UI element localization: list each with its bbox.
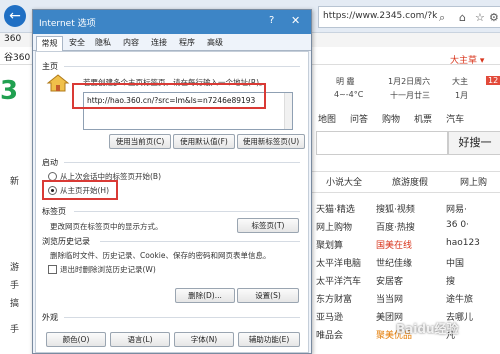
scrollbar[interactable] xyxy=(284,93,292,129)
tab-connections[interactable]: 连接 xyxy=(151,37,167,48)
category-tabs: 小说大全 旅游度假 网上购 xyxy=(300,171,500,193)
site-link[interactable]: 网上购物 xyxy=(316,220,352,233)
nav-link[interactable]: 汽车 xyxy=(446,115,464,125)
user-link[interactable]: 大主草 ▾ xyxy=(450,53,484,66)
dialog-titlebar[interactable]: Internet 选项 ? ✕ xyxy=(33,10,311,34)
url-highlight-box xyxy=(72,83,266,109)
left-item[interactable]: 手 xyxy=(10,322,19,335)
site-link[interactable]: 百度·热搜 xyxy=(376,220,415,233)
general-panel: 主页 若要创建多个主页标签页，请在每行输入一个地址(R)。 http://hao… xyxy=(35,51,309,353)
tab-novels[interactable]: 小说大全 xyxy=(326,175,362,188)
address-bar[interactable]: https://www.2345.com/?k ⌕ ⌂ ☆ ⚙ xyxy=(318,6,500,28)
tab-privacy[interactable]: 隐私 xyxy=(95,37,111,48)
use-new-tab-button[interactable]: 使用新标签页(U) xyxy=(237,134,305,149)
search-input[interactable] xyxy=(316,131,448,155)
fonts-button[interactable]: 字体(N) xyxy=(174,332,234,347)
left-item[interactable]: 新 xyxy=(10,174,19,187)
gear-icon[interactable]: ⚙ xyxy=(489,11,499,24)
divider xyxy=(64,66,300,67)
house-icon xyxy=(46,74,70,92)
site-link[interactable]: 世纪佳缘 xyxy=(376,256,412,269)
site-link[interactable]: 太平洋汽车 xyxy=(316,274,361,287)
watermark: Baidu经验 xyxy=(396,322,459,336)
tab-advanced[interactable]: 高级 xyxy=(207,37,223,48)
date-badge: 12 xyxy=(486,76,500,85)
startup-highlight-box xyxy=(42,180,118,200)
left-column: 新 游 手 搞 手 xyxy=(0,172,31,352)
colors-button[interactable]: 颜色(O) xyxy=(46,332,106,347)
appearance-section-title: 外观 xyxy=(42,313,58,322)
divider xyxy=(64,162,300,163)
tab-general[interactable]: 常规 xyxy=(36,36,63,51)
use-current-button[interactable]: 使用当前页(C) xyxy=(109,134,171,149)
tab-security[interactable]: 安全 xyxy=(69,37,85,48)
site-logo: 3 xyxy=(0,76,19,106)
site-link[interactable]: 安居客 xyxy=(376,274,403,287)
left-item[interactable]: 搞 xyxy=(10,296,19,309)
divider xyxy=(100,241,300,242)
site-link[interactable]: 搜狐·视频 xyxy=(376,202,415,215)
site-link[interactable]: 亚马逊 xyxy=(316,310,343,323)
search-icon[interactable]: ⌕ xyxy=(439,11,445,25)
divider xyxy=(64,317,300,318)
delete-on-exit-label: 退出时删除浏览历史记录(W) xyxy=(60,265,156,274)
tab-travel[interactable]: 旅游度假 xyxy=(392,175,428,188)
tabs-section-title: 标签页 xyxy=(42,207,66,216)
bookmark-360[interactable]: 360 xyxy=(4,34,21,44)
dialog-tabs: 常规 安全 隐私 内容 连接 程序 高级 xyxy=(33,34,311,51)
site-link[interactable]: 天猫·精选 xyxy=(316,202,355,215)
home-icon[interactable]: ⌂ xyxy=(459,11,466,24)
site-link[interactable]: 搜 xyxy=(446,274,455,287)
nav-link[interactable]: 问答 xyxy=(350,115,368,125)
delete-on-exit-checkbox[interactable] xyxy=(48,265,57,274)
weather-extra: 大主 xyxy=(452,77,468,86)
site-link[interactable]: 36 0· xyxy=(446,220,469,230)
site-link[interactable]: 东方财富 xyxy=(316,292,352,305)
nav-link[interactable]: 地图 xyxy=(318,115,336,125)
nav-link[interactable]: 机票 xyxy=(414,115,432,125)
back-arrow-icon[interactable]: ← xyxy=(4,5,26,27)
search-button[interactable]: 好搜一 xyxy=(448,131,500,155)
tab-shopping[interactable]: 网上购 xyxy=(460,175,487,188)
site-link[interactable]: 网易· xyxy=(446,202,467,215)
languages-button[interactable]: 语言(L) xyxy=(110,332,170,347)
site-link[interactable]: 唯品会 xyxy=(316,328,343,341)
divider xyxy=(74,211,300,212)
site-link[interactable]: 国美在线 xyxy=(376,238,412,251)
date-text: 1月2日周六 xyxy=(388,77,431,86)
left-item[interactable]: 手 xyxy=(10,278,19,291)
tab-360[interactable]: 谷360 xyxy=(4,50,30,63)
site-link[interactable]: 太平洋电脑 xyxy=(316,256,361,269)
home-section-title: 主页 xyxy=(42,62,58,71)
star-icon[interactable]: ☆ xyxy=(475,11,485,24)
site-link[interactable]: 当当网 xyxy=(376,292,403,305)
help-button[interactable]: ? xyxy=(269,15,274,26)
date-extra: 1月 xyxy=(455,91,469,100)
tabs-button[interactable]: 标签页(T) xyxy=(237,218,299,233)
site-link[interactable]: 中国 xyxy=(446,256,464,269)
address-text: https://www.2345.com/?k xyxy=(323,11,438,21)
site-link[interactable]: hao123 xyxy=(446,238,480,248)
history-section-title: 浏览历史记录 xyxy=(42,237,90,246)
tab-content[interactable]: 内容 xyxy=(123,37,139,48)
nav-link[interactable]: 购物 xyxy=(382,115,400,125)
nav-links: 地图 问答 购物 机票 汽车 xyxy=(318,112,478,125)
weather-temp: 4~-4°C xyxy=(334,90,364,99)
internet-options-dialog: Internet 选项 ? ✕ 常规 安全 隐私 内容 连接 程序 高级 主页 … xyxy=(32,9,312,354)
delete-button[interactable]: 删除(D)... xyxy=(175,288,235,303)
use-default-button[interactable]: 使用默认值(F) xyxy=(173,134,235,149)
dialog-title: Internet 选项 xyxy=(39,19,96,29)
left-item[interactable]: 游 xyxy=(10,260,19,273)
site-link[interactable]: 途牛旅 xyxy=(446,292,473,305)
lunar-date: 十一月廿三 xyxy=(390,91,430,100)
site-link[interactable]: 聚划算 xyxy=(316,238,343,251)
weather-today: 明 霾 xyxy=(336,77,355,86)
tab-programs[interactable]: 程序 xyxy=(179,37,195,48)
accessibility-button[interactable]: 辅助功能(E) xyxy=(238,332,300,347)
history-description: 删除临时文件、历史记录、Cookie、保存的密码和网页表单信息。 xyxy=(50,251,271,260)
close-icon[interactable]: ✕ xyxy=(291,14,300,27)
startup-section-title: 启动 xyxy=(42,158,58,167)
settings-button[interactable]: 设置(S) xyxy=(237,288,299,303)
tabs-description: 更改网页在标签页中的显示方式。 xyxy=(50,222,163,231)
